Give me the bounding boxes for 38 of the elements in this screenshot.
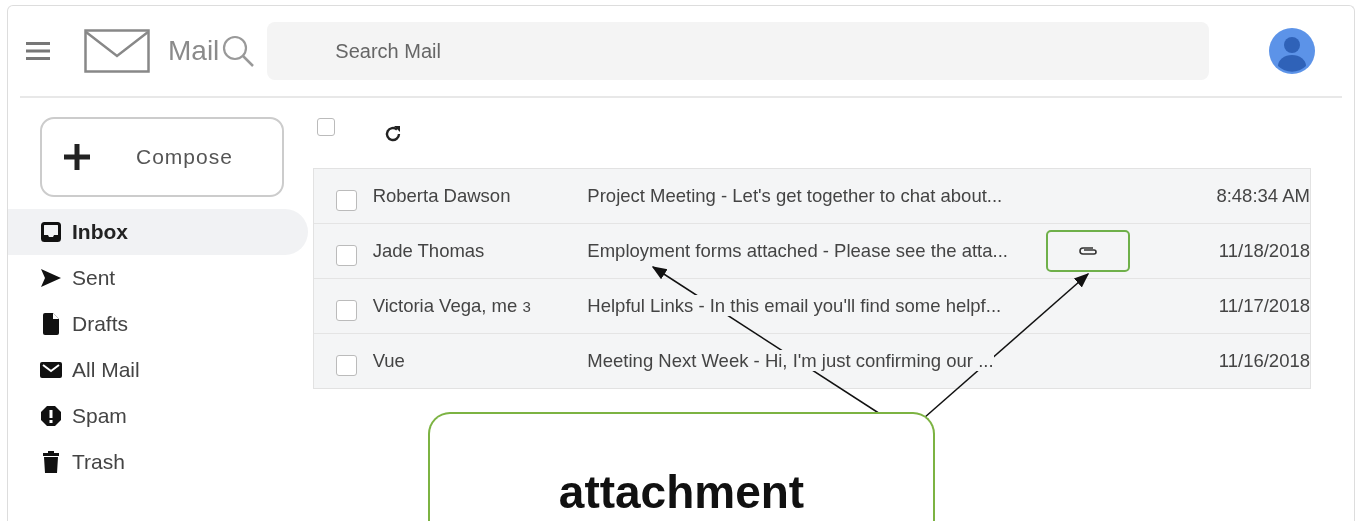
avatar-icon[interactable] <box>1269 28 1316 74</box>
envelope-icon <box>40 362 62 378</box>
sender-name: Roberta Dawson <box>372 185 512 207</box>
search-field[interactable]: Search Mail <box>267 22 1210 80</box>
trash-icon <box>40 451 62 473</box>
send-icon <box>40 269 62 287</box>
menu-icon[interactable] <box>26 42 50 60</box>
email-subject: Meeting Next Week - Hi, I'm just confirming our ... <box>587 350 994 371</box>
row-checkbox[interactable] <box>336 189 357 211</box>
annotation-label: attachment <box>558 465 805 520</box>
sidebar-item[interactable]: Drafts <box>8 301 308 347</box>
row-checkbox[interactable] <box>336 244 357 266</box>
sidebar-item[interactable]: Inbox <box>8 209 308 255</box>
row-checkbox[interactable] <box>336 354 357 376</box>
sender-name: Jade Thomas <box>372 240 486 262</box>
row-checkbox[interactable] <box>336 299 357 321</box>
compose-button[interactable]: Compose <box>40 117 284 197</box>
email-subject: Helpful Links - In this email you'll find some helpf... <box>587 295 1002 316</box>
exclamation-icon <box>40 406 62 426</box>
sender-name: Victoria Vega, me 3 <box>372 295 532 317</box>
sidebar-item[interactable]: Trash <box>8 439 308 485</box>
email-time: 11/16/2018 <box>1217 350 1310 372</box>
plus-icon <box>64 144 90 170</box>
inbox-icon <box>40 222 62 242</box>
sidebar-item[interactable]: Spam <box>8 393 308 439</box>
search-icon[interactable] <box>221 34 256 68</box>
refresh-icon[interactable] <box>383 124 403 144</box>
email-time: 8:48:34 AM <box>1215 185 1310 207</box>
paperclip-icon <box>1077 245 1100 257</box>
sidebar-item[interactable]: Sent <box>8 255 308 301</box>
envelope-icon <box>84 29 150 73</box>
email-time: 11/18/2018 <box>1217 240 1310 262</box>
sender-name: Vue <box>372 350 406 372</box>
select-all-checkbox[interactable] <box>317 118 335 136</box>
email-time: 11/17/2018 <box>1217 295 1310 317</box>
document-icon <box>40 313 62 335</box>
app-name: Mail <box>168 35 220 67</box>
sidebar-item[interactable]: All Mail <box>8 347 308 393</box>
